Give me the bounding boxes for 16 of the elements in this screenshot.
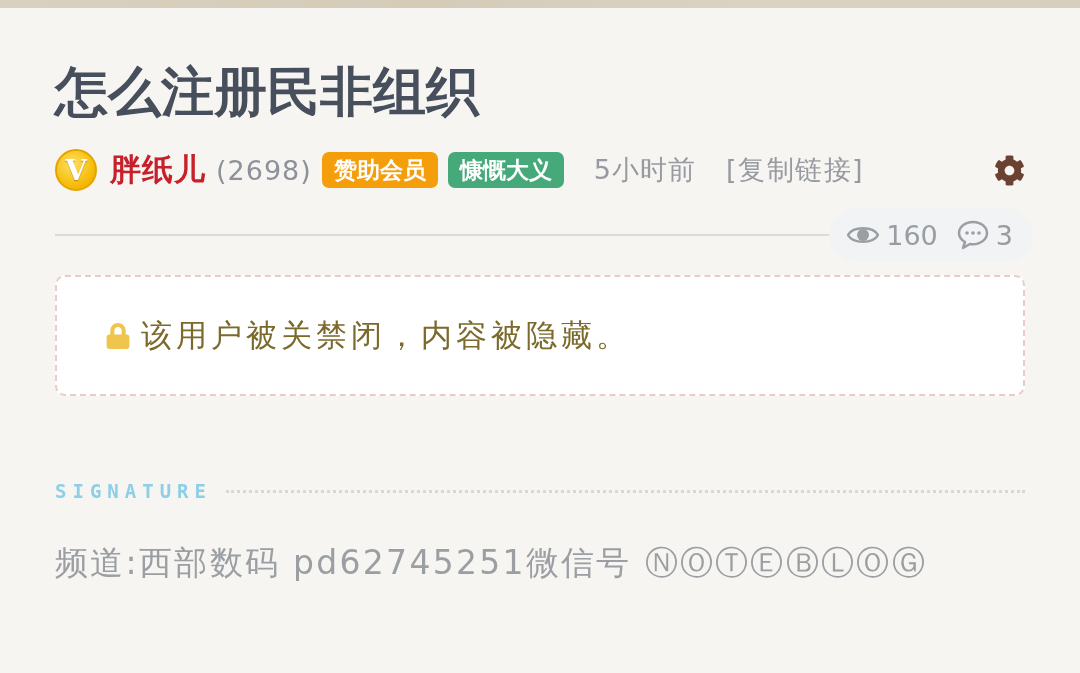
comment-icon [956, 220, 989, 250]
signature-label: SIGNATURE [55, 480, 212, 502]
post-title: 怎么注册民非组织 [55, 60, 479, 124]
notice-text: 该用户被关禁闭，内容被隐藏。 [141, 315, 631, 355]
post-time: 5小时前 [593, 153, 696, 187]
vip-badge-icon: V [55, 149, 97, 191]
eye-icon [847, 224, 880, 246]
lock-icon [105, 322, 131, 349]
view-count: 160 [886, 219, 938, 251]
member-tag: 赞助会员 [321, 152, 438, 188]
comment-count: 3 [995, 219, 1013, 251]
settings-icon[interactable] [994, 154, 1025, 186]
signature-text: 频道:西部数码 pd62745251微信号 ⓃⓄⓉⒺⒷⓁⓄⒼ [55, 543, 927, 583]
author-name[interactable]: 胖纸儿 [110, 149, 206, 191]
member-tag: 慷慨大义 [447, 152, 564, 188]
author-points: (2698) [216, 154, 312, 186]
